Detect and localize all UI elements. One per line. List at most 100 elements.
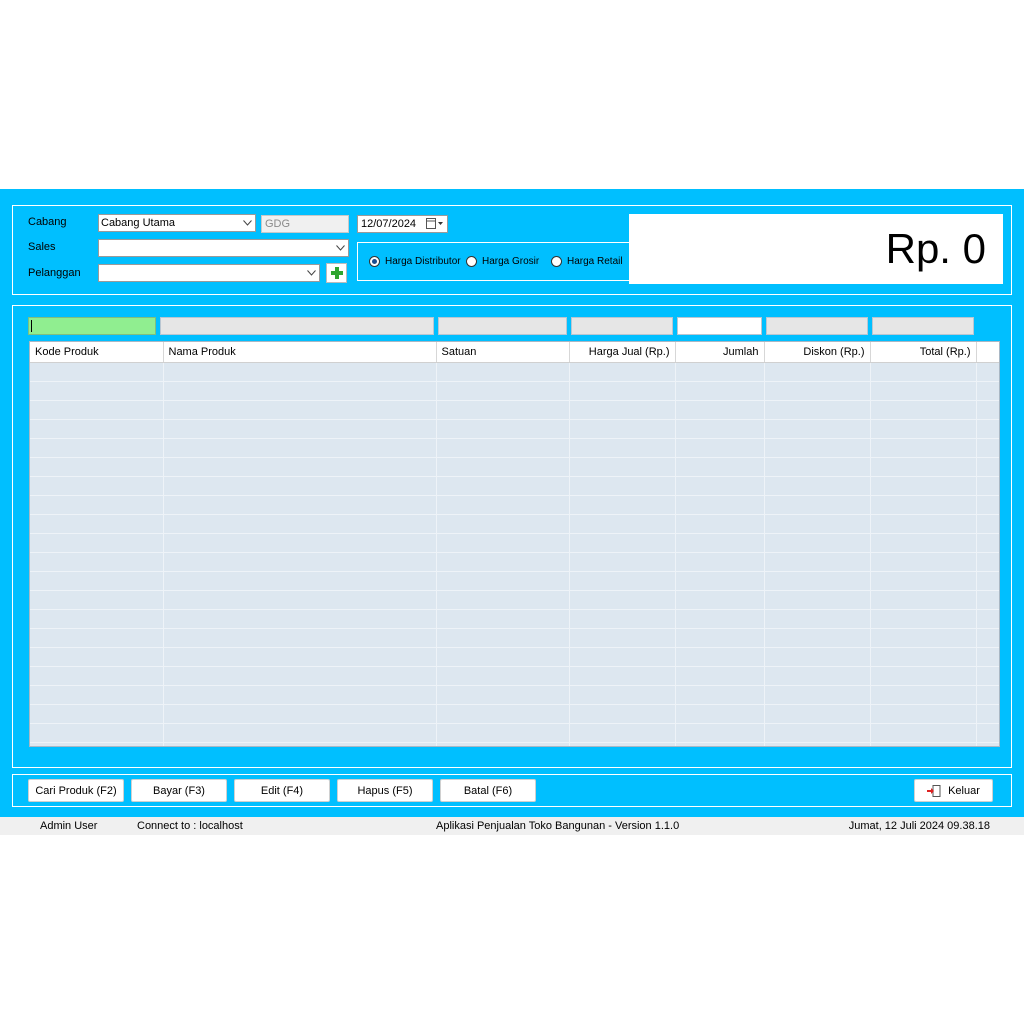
table-row[interactable] bbox=[30, 476, 999, 496]
table-cell bbox=[30, 552, 164, 572]
table-cell bbox=[764, 723, 871, 743]
date-picker[interactable]: 12/07/2024 bbox=[357, 215, 448, 233]
status-connection: Connect to : localhost bbox=[137, 820, 243, 832]
table-row[interactable] bbox=[30, 457, 999, 477]
table-cell bbox=[436, 590, 570, 610]
table-row[interactable] bbox=[30, 628, 999, 648]
entry-jumlah[interactable] bbox=[677, 317, 762, 335]
table-cell bbox=[976, 666, 999, 686]
edit-button[interactable]: Edit (F4) bbox=[234, 779, 330, 802]
table-cell bbox=[436, 495, 570, 515]
cabang-dropdown[interactable]: Cabang Utama bbox=[98, 214, 256, 232]
table-cell bbox=[675, 476, 765, 496]
table-cell bbox=[30, 666, 164, 686]
table-cell bbox=[675, 571, 765, 591]
table-row[interactable] bbox=[30, 647, 999, 667]
table-row[interactable] bbox=[30, 362, 999, 382]
table-row[interactable] bbox=[30, 533, 999, 553]
calendar-icon[interactable] bbox=[426, 218, 444, 230]
date-value: 12/07/2024 bbox=[361, 218, 417, 230]
table-cell bbox=[870, 742, 977, 746]
sales-dropdown[interactable] bbox=[98, 239, 349, 257]
table-cell bbox=[764, 457, 871, 477]
entry-diskon[interactable] bbox=[766, 317, 868, 335]
table-cell bbox=[870, 476, 977, 496]
table-cell bbox=[569, 552, 676, 572]
table-row[interactable] bbox=[30, 685, 999, 705]
table-cell bbox=[870, 647, 977, 667]
entry-total[interactable] bbox=[872, 317, 974, 335]
table-cell bbox=[675, 533, 765, 553]
col-header-jumlah[interactable]: Jumlah bbox=[675, 342, 765, 363]
table-cell bbox=[870, 362, 977, 382]
table-cell bbox=[870, 514, 977, 534]
table-cell bbox=[976, 742, 999, 746]
col-header-nama-produk[interactable]: Nama Produk bbox=[163, 342, 437, 363]
table-cell bbox=[976, 362, 999, 382]
table-cell bbox=[675, 419, 765, 439]
col-header-diskon[interactable]: Diskon (Rp.) bbox=[764, 342, 871, 363]
table-cell bbox=[30, 514, 164, 534]
table-cell bbox=[163, 438, 437, 458]
entry-harga-jual[interactable] bbox=[571, 317, 673, 335]
pelanggan-dropdown[interactable] bbox=[98, 264, 320, 282]
table-cell bbox=[569, 438, 676, 458]
table-row[interactable] bbox=[30, 590, 999, 610]
table-cell bbox=[675, 704, 765, 724]
table-row[interactable] bbox=[30, 666, 999, 686]
exit-door-icon bbox=[927, 784, 941, 797]
harga-radio-group: Harga Distributor Harga Grosir Harga Ret… bbox=[357, 242, 636, 281]
table-row[interactable] bbox=[30, 381, 999, 401]
table-row[interactable] bbox=[30, 571, 999, 591]
entry-nama-produk[interactable] bbox=[160, 317, 434, 335]
col-header-total[interactable]: Total (Rp.) bbox=[870, 342, 977, 363]
items-table[interactable]: Kode Produk Nama Produk Satuan Harga Jua… bbox=[29, 341, 1000, 747]
table-row[interactable] bbox=[30, 419, 999, 439]
table-cell bbox=[976, 571, 999, 591]
table-row[interactable] bbox=[30, 704, 999, 724]
table-cell bbox=[976, 400, 999, 420]
table-cell bbox=[436, 362, 570, 382]
cari-produk-button[interactable]: Cari Produk (F2) bbox=[28, 779, 124, 802]
table-cell bbox=[569, 457, 676, 477]
add-customer-button[interactable] bbox=[326, 263, 347, 283]
table-cell bbox=[675, 457, 765, 477]
radio-harga-grosir[interactable]: Harga Grosir bbox=[466, 256, 539, 267]
table-cell bbox=[764, 533, 871, 553]
radio-label: Harga Grosir bbox=[482, 256, 540, 267]
table-row[interactable] bbox=[30, 552, 999, 572]
table-row[interactable] bbox=[30, 438, 999, 458]
table-cell bbox=[976, 438, 999, 458]
batal-button[interactable]: Batal (F6) bbox=[440, 779, 536, 802]
table-cell bbox=[764, 742, 871, 746]
table-cell bbox=[163, 704, 437, 724]
table-cell bbox=[436, 476, 570, 496]
hapus-button[interactable]: Hapus (F5) bbox=[337, 779, 433, 802]
table-row[interactable] bbox=[30, 514, 999, 534]
radio-harga-retail[interactable]: Harga Retail bbox=[551, 256, 623, 267]
table-row[interactable] bbox=[30, 400, 999, 420]
table-row[interactable] bbox=[30, 495, 999, 515]
keluar-label: Keluar bbox=[948, 784, 980, 797]
entry-kode-produk[interactable] bbox=[28, 317, 156, 335]
table-cell bbox=[436, 571, 570, 591]
table-cell bbox=[675, 438, 765, 458]
status-datetime: Jumat, 12 Juli 2024 09.38.18 bbox=[848, 820, 990, 832]
col-header-satuan[interactable]: Satuan bbox=[436, 342, 570, 363]
table-row[interactable] bbox=[30, 609, 999, 629]
radio-dot bbox=[466, 256, 477, 267]
table-row[interactable] bbox=[30, 723, 999, 743]
table-cell bbox=[569, 628, 676, 648]
table-cell bbox=[870, 457, 977, 477]
col-header-kode-produk[interactable]: Kode Produk bbox=[30, 342, 164, 363]
table-cell bbox=[163, 533, 437, 553]
table-row[interactable] bbox=[30, 742, 999, 746]
radio-harga-distributor[interactable]: Harga Distributor bbox=[369, 256, 461, 267]
keluar-button[interactable]: Keluar bbox=[914, 779, 993, 802]
bayar-button[interactable]: Bayar (F3) bbox=[131, 779, 227, 802]
col-header-harga-jual[interactable]: Harga Jual (Rp.) bbox=[569, 342, 676, 363]
table-cell bbox=[163, 419, 437, 439]
entry-satuan[interactable] bbox=[438, 317, 567, 335]
table-cell bbox=[870, 533, 977, 553]
table-cell bbox=[675, 666, 765, 686]
